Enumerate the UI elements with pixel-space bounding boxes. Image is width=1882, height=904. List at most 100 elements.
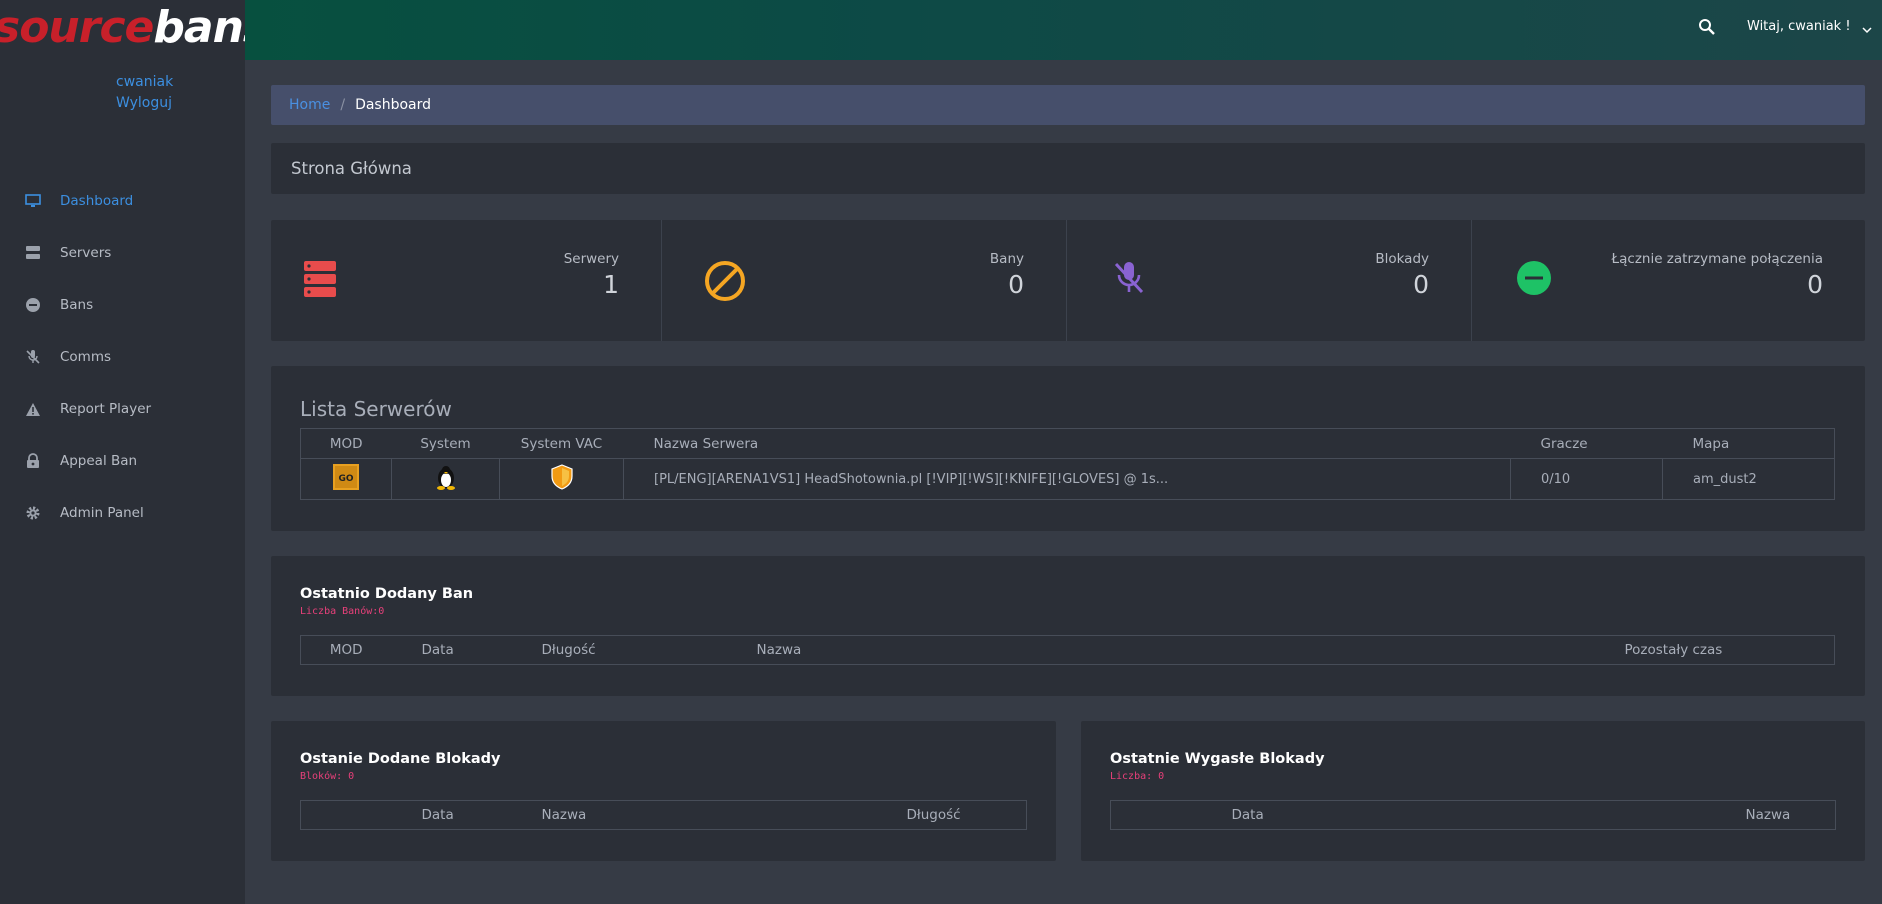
column-header: [1111, 801, 1202, 830]
breadcrumb-separator: /: [340, 97, 346, 113]
sidebar-item-servers[interactable]: Servers: [0, 227, 245, 279]
sidebar-item-comms[interactable]: Comms: [0, 331, 245, 383]
expired-blocks-title: Ostatnie Wygasłe Blokady: [1110, 751, 1325, 767]
column-header: MOD: [329, 642, 363, 658]
linux-icon: [435, 464, 457, 494]
sourcebans-logo[interactable]: sourcebans: [0, 0, 245, 60]
vac-shield-icon: [550, 464, 574, 494]
mic-off-icon: [24, 348, 42, 366]
logout-link[interactable]: Wyloguj: [116, 93, 173, 114]
expired-blocks-count: Liczba: 0: [1110, 771, 1165, 782]
sidebar-item-admin-panel[interactable]: Admin Panel: [0, 487, 245, 539]
stat-label: Łącznie zatrzymane połączenia: [1611, 251, 1823, 267]
gear-icon: [24, 504, 42, 522]
sidebar-item-appeal-ban[interactable]: Appeal Ban: [0, 435, 245, 487]
column-header: Data: [421, 807, 454, 823]
stat-blocked-connections: Łącznie zatrzymane połączenia 0: [1472, 220, 1865, 341]
stat-value: 1: [603, 270, 619, 299]
servers-panel: Lista Serwerów MOD System System VAC Naz…: [271, 366, 1865, 531]
column-header: Długość: [906, 807, 961, 823]
sidebar-nav: Dashboard Servers Bans Comms Report Play…: [0, 175, 245, 539]
main-content: Home / Dashboard Strona Główna Serwery 1…: [245, 60, 1882, 904]
table-header-row: MOD Data Długość Nazwa Pozostały czas: [301, 636, 1835, 665]
sidebar-item-label: Appeal Ban: [60, 453, 138, 469]
monitor-icon: [24, 192, 42, 210]
table-header-row: Data Nazwa: [1111, 801, 1836, 830]
table-header-row: Data Nazwa Długość: [301, 801, 1027, 830]
recent-blocks-count: Bloków: 0: [300, 771, 355, 782]
sidebar-item-bans[interactable]: Bans: [0, 279, 245, 331]
column-header: Nazwa: [541, 807, 587, 823]
server-stack-icon: [303, 260, 343, 300]
sidebar-item-report-player[interactable]: Report Player: [0, 383, 245, 435]
stat-label: Bany: [989, 251, 1024, 267]
warning-icon: [24, 400, 42, 418]
topbar: Witaj, cwaniak !: [245, 0, 1882, 60]
column-header: Nazwa Serwera: [623, 428, 1511, 459]
recent-blocks-table: Data Nazwa Długość: [300, 800, 1027, 830]
stat-value: 0: [1008, 270, 1024, 299]
breadcrumb-home-link[interactable]: Home: [289, 97, 330, 113]
server-icon: [24, 244, 42, 262]
stat-label: Serwery: [563, 251, 619, 267]
sidebar: sourcebans cwaniak Wyloguj Dashboard Ser…: [0, 0, 245, 904]
column-header: Gracze: [1510, 428, 1663, 459]
recent-bans-panel: Ostatnio Dodany Ban Liczba Banów:0 MOD D…: [271, 556, 1865, 696]
chevron-down-icon[interactable]: [1862, 22, 1872, 34]
stat-value: 0: [1807, 270, 1823, 299]
ban-icon: [24, 296, 42, 314]
recent-bans-table: MOD Data Długość Nazwa Pozostały czas: [300, 635, 1835, 665]
breadcrumb-current: Dashboard: [355, 97, 432, 113]
column-header: [1322, 801, 1746, 830]
page-title: Strona Główna: [291, 159, 412, 178]
column-header: Mapa: [1662, 428, 1835, 459]
recent-bans-count: Liczba Banów:0: [300, 606, 385, 617]
sidebar-item-label: Admin Panel: [60, 505, 144, 521]
column-header: Data: [1231, 807, 1264, 823]
stat-servers: Serwery 1: [271, 220, 662, 341]
user-greeting[interactable]: Witaj, cwaniak !: [1747, 19, 1851, 34]
logo-part1: source: [0, 2, 154, 53]
column-header: System: [391, 428, 500, 459]
sidebar-item-label: Bans: [60, 297, 94, 313]
vac-cell: [499, 458, 624, 500]
stats-panel: Serwery 1 Bany 0 Blokady 0 Łącznie zatrz…: [271, 220, 1865, 341]
column-header: [301, 801, 392, 830]
table-header-row: MOD System System VAC Nazwa Serwera Grac…: [300, 428, 1835, 459]
servers-title: Lista Serwerów: [300, 397, 452, 421]
stat-value: 0: [1413, 270, 1429, 299]
sidebar-item-dashboard[interactable]: Dashboard: [0, 175, 245, 227]
column-header: Nazwa: [1745, 807, 1791, 823]
column-header: Nazwa: [756, 642, 802, 658]
column-header: MOD: [300, 428, 392, 459]
server-name-cell[interactable]: [PL/ENG][ARENA1VS1] HeadShotownia.pl [!V…: [623, 458, 1511, 500]
column-header: Data: [421, 642, 454, 658]
recent-blocks-panel: Ostanie Dodane Blokady Bloków: 0 Data Na…: [271, 721, 1056, 861]
system-cell: [391, 458, 500, 500]
user-block: cwaniak Wyloguj: [116, 72, 173, 114]
sidebar-item-label: Dashboard: [60, 193, 134, 209]
expired-blocks-table: Data Nazwa: [1110, 800, 1836, 830]
svg-text:GO: GO: [338, 474, 353, 484]
lock-icon: [24, 452, 42, 470]
map-cell: am_dust2: [1662, 458, 1835, 500]
search-icon[interactable]: [1698, 18, 1718, 38]
sidebar-item-label: Report Player: [60, 401, 152, 417]
username-link[interactable]: cwaniak: [116, 72, 173, 93]
table-row[interactable]: GO [PL/ENG][ARENA1VS1] HeadShotownia.pl: [300, 458, 1835, 500]
column-header: Pozostały czas: [1624, 642, 1723, 658]
players-cell: 0/10: [1510, 458, 1663, 500]
mod-cell: GO: [300, 458, 392, 500]
column-header: Długość: [541, 642, 596, 658]
stat-blocks: Blokady 0: [1067, 220, 1472, 341]
stat-label: Blokady: [1375, 251, 1429, 267]
minus-circle-icon: [1516, 260, 1556, 300]
recent-bans-title: Ostatnio Dodany Ban: [300, 586, 474, 602]
ban-circle-icon: [704, 260, 745, 301]
sidebar-item-label: Servers: [60, 245, 112, 261]
expired-blocks-panel: Ostatnie Wygasłe Blokady Liczba: 0 Data …: [1081, 721, 1865, 861]
mic-off-icon: [1113, 260, 1153, 300]
breadcrumb: Home / Dashboard: [271, 85, 1865, 125]
logo-part2: bans: [153, 2, 245, 53]
recent-blocks-title: Ostanie Dodane Blokady: [300, 751, 501, 767]
